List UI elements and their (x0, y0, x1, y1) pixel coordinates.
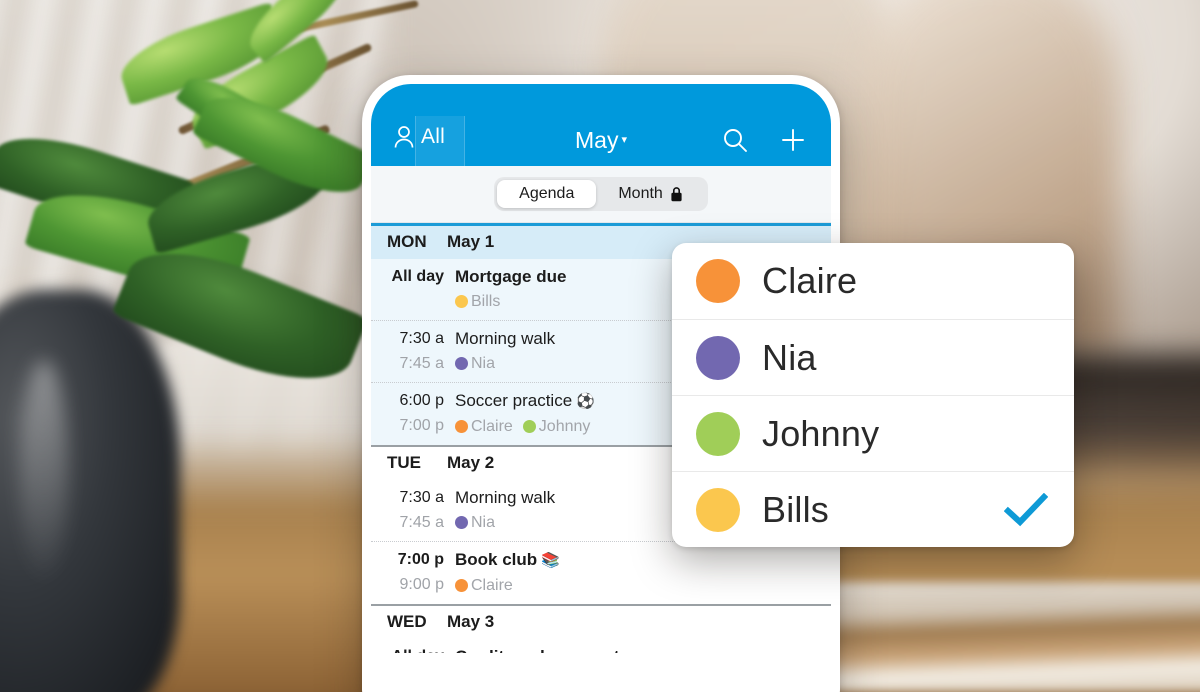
event-times: All day (371, 644, 455, 653)
calendar-color-dot (696, 259, 740, 303)
calendar-chip: Nia (455, 510, 495, 535)
event-start-time: All day (371, 644, 444, 653)
calendar-color-dot (455, 516, 468, 529)
event-title-text: Morning walk (455, 488, 556, 507)
event-times: 6:00 p 7:00 p (371, 388, 455, 439)
tab-month[interactable]: Month (596, 180, 704, 208)
calendar-picker-item[interactable]: Claire (672, 243, 1074, 319)
view-switcher: Agenda Month (494, 177, 708, 211)
event-end-time: 7:45 a (399, 355, 444, 372)
event-end-time: 9:00 p (399, 576, 444, 593)
calendar-chip: Claire (455, 573, 513, 598)
chevron-down-icon: ▾ (621, 134, 627, 147)
event-title-text: Morning walk (455, 329, 556, 348)
event-title: Credit card payment (455, 644, 831, 653)
day-of-week: WED (387, 612, 427, 631)
calendar-chip: Claire (455, 414, 513, 439)
agenda-day-header: WED May 3 (371, 604, 831, 639)
event-times: 7:30 a 7:45 a (371, 326, 455, 376)
day-date: May 1 (447, 232, 495, 251)
account-filter-label: All (421, 125, 445, 148)
search-icon[interactable] (721, 126, 749, 154)
event-title-text: Mortgage due (455, 267, 567, 286)
day-of-week: MON (387, 232, 427, 251)
calendar-chip: Johnny (522, 414, 591, 439)
agenda-event-row[interactable]: 7:00 p 9:00 p Book club 📚 Claire (371, 541, 831, 604)
calendar-name: Nia (471, 355, 496, 372)
header-actions (721, 126, 813, 154)
calendar-picker-label: Claire (762, 260, 858, 301)
calendar-color-dot (522, 420, 536, 433)
event-times: 7:00 p 9:00 p (371, 547, 455, 598)
calendar-color-dot (696, 411, 740, 456)
calendar-picker-item[interactable]: Bills (672, 471, 1074, 547)
person-icon (393, 125, 415, 149)
calendar-picker-label: Johnny (762, 412, 880, 454)
tab-agenda[interactable]: Agenda (497, 180, 597, 208)
calendar-picker-popup[interactable]: Claire Nia Johnny Bills (672, 243, 1074, 547)
event-times: 7:30 a 7:45 a (371, 485, 455, 535)
event-start-time: 6:00 p (399, 392, 444, 409)
account-filter-button[interactable]: All (389, 116, 465, 168)
calendar-color-dot (455, 579, 468, 592)
event-start-time: 7:30 a (399, 330, 444, 347)
calendar-name: Claire (471, 418, 513, 435)
check-icon (1004, 492, 1048, 526)
event-body: Credit card paymentBills (455, 644, 831, 653)
day-date: May 2 (447, 453, 495, 472)
calendar-color-dot (455, 357, 468, 370)
event-end-time: 7:00 p (399, 417, 444, 434)
event-title-text: Credit card payment (455, 647, 619, 653)
event-calendars: Claire (455, 573, 831, 598)
tab-agenda-label: Agenda (519, 185, 575, 202)
day-date: May 3 (447, 612, 495, 631)
calendar-name: Bills (471, 293, 501, 310)
event-title-text: Book club (455, 550, 538, 569)
event-title: Book club 📚 (455, 547, 831, 573)
calendar-color-dot (696, 487, 740, 532)
calendar-picker-item[interactable]: Nia (672, 319, 1074, 395)
day-of-week: TUE (387, 453, 421, 472)
calendar-color-dot (696, 335, 740, 380)
event-times: All day (371, 264, 455, 314)
plus-icon[interactable] (779, 126, 807, 154)
event-body: Book club 📚 Claire (455, 547, 831, 598)
view-switcher-bar: Agenda Month (371, 166, 831, 223)
calendar-name: Nia (471, 514, 496, 531)
month-title-label: May (575, 127, 619, 153)
event-start-time: 7:00 p (397, 551, 444, 568)
event-start-time: 7:30 a (399, 489, 444, 506)
event-end-time: 7:45 a (399, 514, 444, 531)
calendar-name: Johnny (538, 418, 591, 435)
calendar-chip: Bills (455, 289, 500, 314)
calendar-color-dot (455, 295, 468, 308)
tab-month-label: Month (618, 185, 663, 202)
calendar-chip: Nia (455, 351, 495, 376)
event-title-text: Soccer practice (455, 391, 573, 410)
calendar-color-dot (455, 420, 468, 433)
event-start-time: All day (391, 268, 444, 285)
app-header: All May ▾ (371, 84, 831, 168)
calendar-picker-label: Bills (762, 488, 830, 530)
event-emoji-icon: ⚽ (576, 393, 595, 410)
agenda-event-row[interactable]: All day Credit card paymentBills (371, 639, 831, 653)
calendar-picker-item[interactable]: Johnny (672, 395, 1074, 471)
event-emoji-icon: 📚 (541, 552, 560, 569)
calendar-name: Claire (471, 577, 513, 594)
calendar-picker-label: Nia (762, 336, 817, 378)
screenshot-stage: All May ▾ Agenda Month MON May 1 All day… (0, 0, 1200, 692)
lock-icon (670, 186, 683, 202)
